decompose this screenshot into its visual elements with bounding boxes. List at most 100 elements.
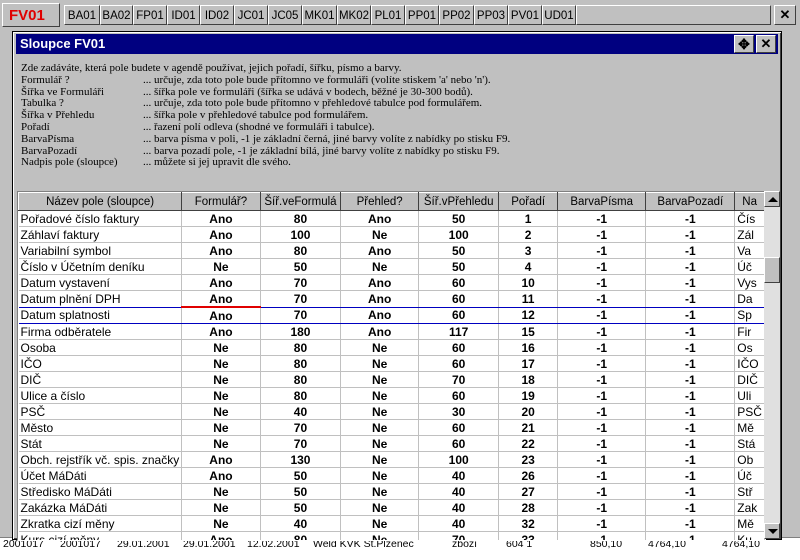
table-cell[interactable]: -1 [557,371,647,388]
table-cell[interactable]: Středisko MáDáti [18,483,183,500]
table-cell[interactable]: Ne [181,483,261,500]
table-cell[interactable]: 27 [498,483,558,500]
table-cell[interactable]: 23 [498,451,558,468]
table-cell[interactable]: 21 [498,419,558,436]
table-row[interactable]: Osoba Ne 80 Ne 60 16 -1 -1 Os [18,339,765,356]
table-cell[interactable]: DIČ [18,371,183,388]
table-cell[interactable]: 32 [498,515,558,532]
table-cell[interactable]: -1 [645,290,736,308]
column-header[interactable]: Přehled? [340,192,420,211]
table-row[interactable]: Ulice a číslo Ne 80 Ne 60 19 -1 -1 Uli [18,387,765,404]
table-cell[interactable]: 70 [260,435,342,452]
table-cell[interactable]: -1 [557,323,647,340]
table-cell[interactable]: -1 [645,210,736,227]
table-cell[interactable]: 40 [418,483,500,500]
table-cell[interactable]: 17 [498,355,558,372]
table-row[interactable]: Město Ne 70 Ne 60 21 -1 -1 Mě [18,419,765,436]
table-cell[interactable]: -1 [557,226,647,243]
table-cell[interactable]: Ano [181,242,261,259]
table-cell[interactable]: Sp [734,307,765,324]
table-cell[interactable]: Úč [734,467,765,484]
table-cell[interactable]: 40 [418,467,500,484]
table-cell[interactable]: Ano [340,323,420,340]
table-cell[interactable]: 11 [498,290,558,308]
table-cell[interactable]: Ne [340,435,420,452]
table-cell[interactable]: Vys [734,274,765,291]
table-cell[interactable]: Obch. rejstřík vč. spis. značky [18,451,183,468]
table-cell[interactable]: -1 [645,451,736,468]
table-cell[interactable]: Ano [181,467,261,484]
table-cell[interactable]: Záhlaví faktury [18,226,183,243]
table-cell[interactable]: Zál [734,226,765,243]
table-cell[interactable]: 26 [498,467,558,484]
table-row[interactable]: Středisko MáDáti Ne 50 Ne 40 27 -1 -1 Stř [18,483,765,500]
table-cell[interactable]: -1 [645,499,736,516]
table-cell[interactable]: 19 [498,387,558,404]
table-cell[interactable]: 70 [260,307,342,324]
table-cell[interactable]: 50 [260,483,342,500]
table-cell[interactable]: 40 [418,515,500,532]
table-cell[interactable]: Ne [181,403,261,420]
table-cell[interactable]: Ne [181,435,261,452]
table-cell[interactable]: 80 [260,355,342,372]
table-cell[interactable]: 70 [418,371,500,388]
table-cell[interactable]: -1 [645,403,736,420]
table-cell[interactable]: -1 [645,531,736,540]
table-cell[interactable]: PSČ [734,403,765,420]
table-cell[interactable]: -1 [645,242,736,259]
table-cell[interactable]: IČO [734,355,765,372]
table-row[interactable]: Záhlaví faktury Ano 100 Ne 100 2 -1 -1 Zál [18,226,765,243]
table-cell[interactable]: Stát [18,435,183,452]
scroll-down-button[interactable] [764,523,780,539]
table-cell[interactable]: -1 [645,435,736,452]
tab-active-agenda[interactable]: FV01 [2,3,60,27]
table-cell[interactable]: 10 [498,274,558,291]
close-dialog-button[interactable]: ✕ [756,35,776,53]
column-header[interactable]: Na [734,192,765,211]
table-row[interactable]: Datum plnění DPH Ano 70 Ano 60 11 -1 -1 Da [18,290,765,308]
table-cell[interactable]: Čís [734,210,765,227]
table-cell[interactable]: -1 [557,499,647,516]
table-cell[interactable]: -1 [557,258,647,275]
table-cell[interactable]: Ne [340,467,420,484]
table-cell[interactable]: -1 [557,307,647,324]
table-cell[interactable]: Ano [340,274,420,291]
table-row[interactable]: Obch. rejstřík vč. spis. značky Ano 130 Ne 1… [18,451,765,468]
tab-agenda[interactable]: PL01 [371,5,405,25]
table-cell[interactable]: 60 [418,339,500,356]
table-cell[interactable]: Fir [734,323,765,340]
table-cell[interactable]: 70 [260,274,342,291]
table-cell[interactable]: 16 [498,339,558,356]
tab-agenda[interactable]: MK01 [302,5,337,25]
table-cell[interactable]: Zakázka MáDáti [18,499,183,516]
table-cell[interactable]: Ano [181,531,261,540]
table-cell[interactable]: 70 [260,419,342,436]
table-cell[interactable]: Da [734,290,765,308]
table-cell[interactable]: Ne [340,387,420,404]
table-cell[interactable]: 15 [498,323,558,340]
table-cell[interactable]: 117 [418,323,500,340]
table-cell[interactable]: Ne [181,387,261,404]
table-cell[interactable]: 80 [260,371,342,388]
table-cell[interactable]: IČO [18,355,183,372]
table-row[interactable]: Pořadové číslo faktury Ano 80 Ano 50 1 -1 -1 Čís [18,210,765,227]
table-cell[interactable]: 20 [498,403,558,420]
table-cell[interactable]: Datum plnění DPH [18,290,183,308]
table-cell[interactable]: -1 [557,290,647,308]
table-cell[interactable]: 80 [260,531,342,540]
table-cell[interactable]: 180 [260,323,342,340]
tab-agenda[interactable]: UD01 [542,5,576,25]
table-cell[interactable]: 28 [498,499,558,516]
table-cell[interactable]: 50 [260,499,342,516]
table-cell[interactable]: -1 [557,483,647,500]
table-cell[interactable]: Datum vystavení [18,274,183,291]
table-cell[interactable]: -1 [645,483,736,500]
table-cell[interactable]: -1 [557,451,647,468]
close-app-button[interactable]: ✕ [774,5,796,25]
dialog-titlebar[interactable]: Sloupce FV01 ✥ ✕ [16,34,778,54]
table-row[interactable]: Účet MáDáti Ano 50 Ne 40 26 -1 -1 Úč [18,467,765,484]
table-cell[interactable]: 80 [260,339,342,356]
table-cell[interactable]: Zak [734,499,765,516]
table-cell[interactable]: 50 [260,467,342,484]
table-cell[interactable]: -1 [557,467,647,484]
